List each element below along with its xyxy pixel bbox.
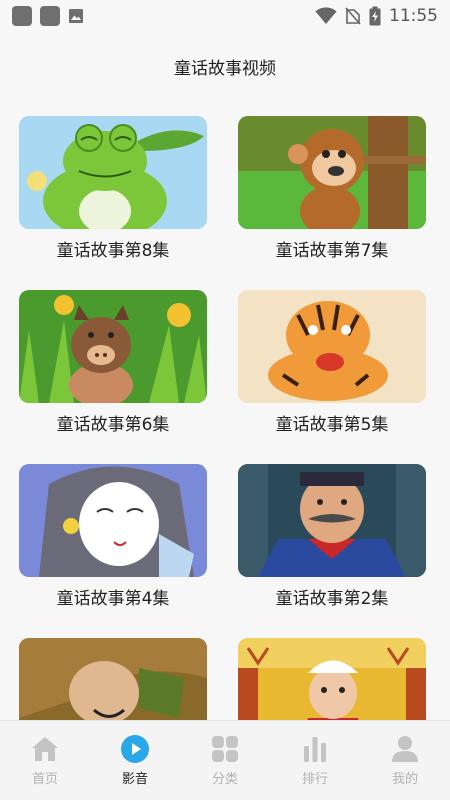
frog-cartoon-image <box>19 116 207 229</box>
video-thumbnail[interactable] <box>238 464 426 577</box>
video-title[interactable]: 童话故事第5集 <box>238 413 426 437</box>
video-card[interactable]: 童话故事第4集 <box>19 464 207 611</box>
nav-home-label: 首页 <box>31 772 58 787</box>
video-card[interactable] <box>238 638 426 720</box>
image-icon <box>69 9 83 23</box>
nav-profile-label: 我的 <box>391 772 418 787</box>
video-card[interactable]: 童话故事第5集 <box>238 290 426 437</box>
video-title[interactable]: 童话故事第8集 <box>19 239 207 263</box>
video-title[interactable]: 童话故事第4集 <box>19 587 207 611</box>
nav-category[interactable]: 分类 <box>180 734 270 787</box>
video-thumbnail[interactable] <box>19 290 207 403</box>
status-bar: 11:55 <box>0 0 450 32</box>
video-title[interactable]: 童话故事第7集 <box>238 239 426 263</box>
status-left-icons <box>12 6 84 26</box>
video-title[interactable]: 童话故事第2集 <box>238 587 426 611</box>
video-card[interactable] <box>19 638 207 720</box>
no-sim-icon <box>345 7 361 25</box>
wifi-icon <box>315 7 337 24</box>
user-icon <box>392 736 418 762</box>
boy-cartoon-image <box>238 638 426 720</box>
mustache-man-cartoon-image <box>238 464 426 577</box>
video-card[interactable]: 童话故事第2集 <box>238 464 426 611</box>
status-time: 11:55 <box>389 6 438 26</box>
grid-icon <box>212 736 238 762</box>
video-grid: 童话故事第8集 童话故事第7集 童话故事第6集 童话故事第5集 童话故事第4集 … <box>0 116 450 720</box>
video-thumbnail[interactable] <box>19 116 207 229</box>
video-card[interactable]: 童话故事第7集 <box>238 116 426 263</box>
nav-home[interactable]: 首页 <box>0 734 90 787</box>
battery-charging-icon <box>369 6 381 26</box>
status-right-icons: 11:55 <box>315 6 438 26</box>
bottom-nav: 首页 影音 分类 排行 我的 <box>0 720 450 800</box>
boar-cartoon-image <box>19 290 207 403</box>
page-title: 童话故事视频 <box>174 59 276 79</box>
video-thumbnail[interactable] <box>19 464 207 577</box>
video-thumbnail[interactable] <box>238 116 426 229</box>
app-icon <box>40 6 60 26</box>
tiger-cartoon-image <box>238 290 426 403</box>
nav-profile[interactable]: 我的 <box>360 734 450 787</box>
video-thumbnail[interactable] <box>19 638 207 720</box>
home-icon <box>32 737 58 761</box>
app-icon <box>12 6 32 26</box>
video-thumbnail[interactable] <box>238 638 426 720</box>
nav-category-label: 分类 <box>211 772 238 787</box>
nav-video-label: 影音 <box>121 772 148 787</box>
girl-cartoon-image <box>19 464 207 577</box>
monkey-cartoon-image <box>238 116 426 229</box>
bar-chart-icon <box>304 737 326 762</box>
nav-ranking[interactable]: 排行 <box>270 734 360 787</box>
video-thumbnail[interactable] <box>238 290 426 403</box>
play-icon <box>121 735 149 763</box>
nav-video[interactable]: 影音 <box>90 734 180 787</box>
nav-ranking-label: 排行 <box>301 772 328 787</box>
old-man-cartoon-image <box>19 638 207 720</box>
video-title[interactable]: 童话故事第6集 <box>19 413 207 437</box>
video-card[interactable]: 童话故事第8集 <box>19 116 207 263</box>
video-card[interactable]: 童话故事第6集 <box>19 290 207 437</box>
